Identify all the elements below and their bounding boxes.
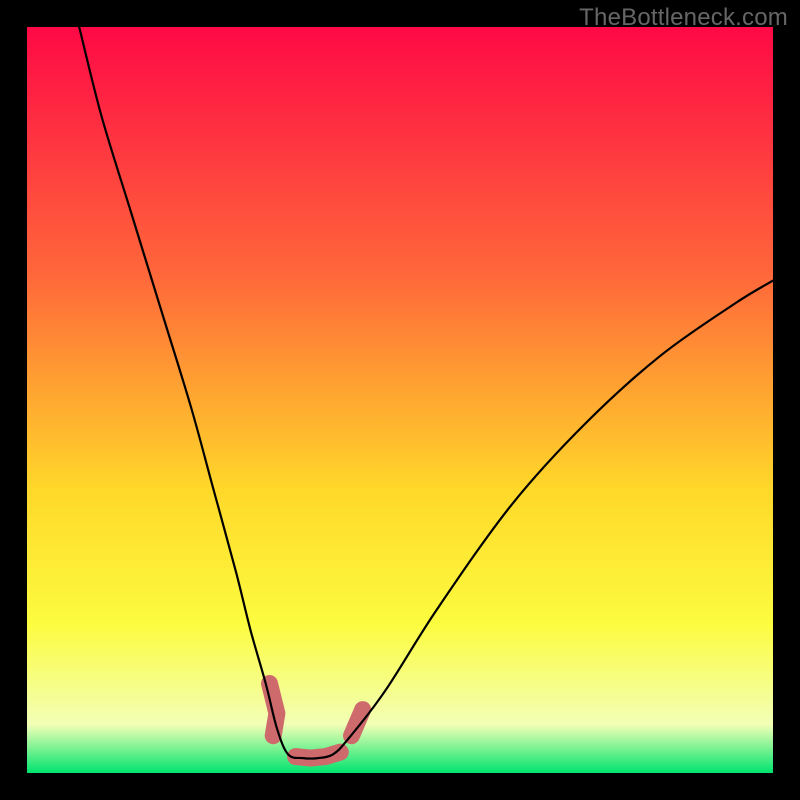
bottleneck-curve bbox=[79, 27, 773, 759]
chart-frame: TheBottleneck.com bbox=[0, 0, 800, 800]
curve-overlay bbox=[27, 27, 773, 773]
plot-area bbox=[27, 27, 773, 773]
